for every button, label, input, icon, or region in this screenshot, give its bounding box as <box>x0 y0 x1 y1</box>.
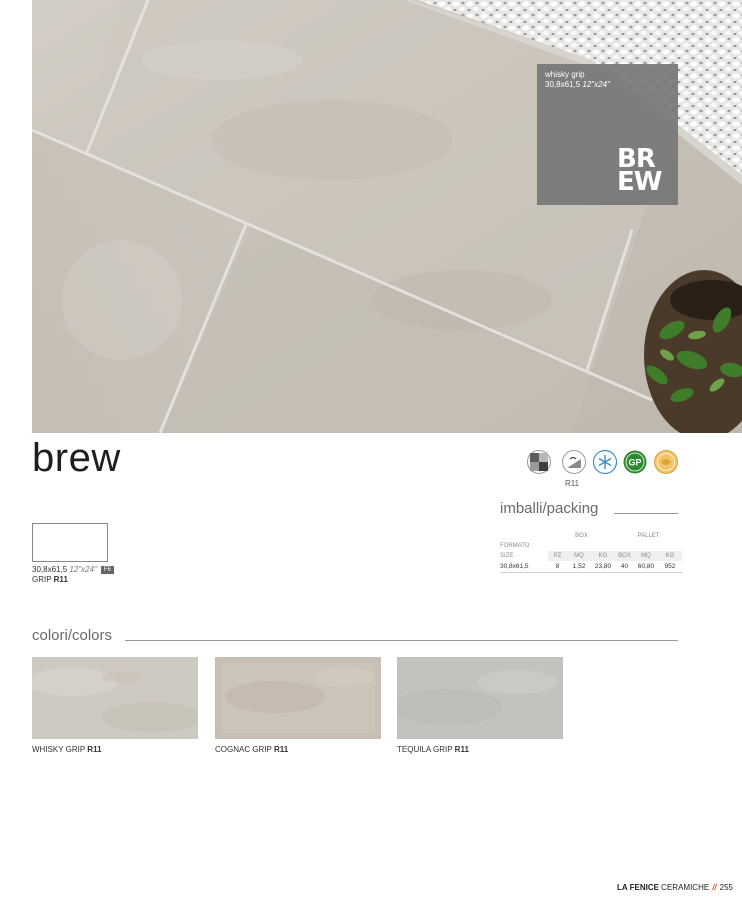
group-box-label: BOX <box>575 533 588 539</box>
packing-divider <box>614 513 678 514</box>
gp-text: GP <box>628 458 641 468</box>
swatch-cognac <box>215 657 381 739</box>
col-pallet-kg: KG <box>658 551 682 561</box>
badge-size: 30,8x61,5 12"x24" <box>545 80 610 89</box>
slip-rating-label: R11 <box>565 479 580 488</box>
footer-separator: // <box>712 883 717 892</box>
cell-pallet-kg: 952 <box>658 561 682 573</box>
cell-kg: 23,80 <box>591 561 615 573</box>
frost-resistant-icon <box>593 450 617 474</box>
col-formato: FORMATO <box>500 543 530 549</box>
table-row: 30,8x61,5 8 1,52 23,80 40 60,80 952 <box>500 561 682 573</box>
format-tag: F6 <box>100 566 114 574</box>
hero-image: whisky grip 30,8x61,5 12"x24" BR EW <box>32 0 742 433</box>
col-pallet-mq: MQ <box>634 551 658 561</box>
mosaic-icon <box>527 450 551 474</box>
colors-title: colori/colors <box>32 627 113 644</box>
swatch-label: COGNAC GRIP R11 <box>215 745 289 754</box>
format-size: 30,8x61,5 12"x24" F6 <box>32 565 114 574</box>
cell-pallet-mq: 60,80 <box>634 561 658 573</box>
colors-divider <box>125 640 678 641</box>
eco-certified-icon <box>654 450 678 474</box>
feature-icons: GP R11 <box>527 450 682 490</box>
swatch-whisky <box>32 657 198 739</box>
product-badge: whisky grip 30,8x61,5 12"x24" BR EW <box>537 64 678 205</box>
cell-pz: 8 <box>548 561 567 573</box>
page-number: 255 <box>719 883 733 892</box>
cell-mq: 1,52 <box>567 561 591 573</box>
slip-resistance-icon <box>562 450 586 474</box>
packing-title: imballi/packing <box>500 500 599 517</box>
col-pz: PZ <box>548 551 567 561</box>
format-outline <box>32 523 108 562</box>
col-box: BOX <box>615 551 634 561</box>
col-kg: KG <box>591 551 615 561</box>
gp-green-icon: GP <box>623 450 647 474</box>
table-row: SIZE PZ MQ KG BOX MQ KG <box>500 551 682 561</box>
format-grip: GRIP R11 <box>32 575 68 584</box>
table-row: BOX PALLET <box>500 531 682 541</box>
cell-size: 30,8x61,5 <box>500 561 548 573</box>
swatch-tequila <box>397 657 563 739</box>
col-mq: MQ <box>567 551 591 561</box>
product-title: brew <box>32 436 121 480</box>
col-size: SIZE <box>500 553 514 559</box>
group-pallet-label: PALLET <box>637 533 660 539</box>
packing-table: BOX PALLET FORMATO SIZE PZ MQ KG BOX MQ … <box>500 531 682 573</box>
table-row: FORMATO <box>500 541 682 551</box>
cell-box: 40 <box>615 561 634 573</box>
swatch-label: TEQUILA GRIP R11 <box>397 745 469 754</box>
page-footer: LA FENICE CERAMICHE//255 <box>617 883 733 892</box>
footer-brand: LA FENICE <box>617 883 659 892</box>
badge-color-name: whisky grip <box>545 70 585 79</box>
brew-logo: BR EW <box>617 144 662 197</box>
footer-brand-sub: CERAMICHE <box>661 883 710 892</box>
swatch-label: WHISKY GRIP R11 <box>32 745 102 754</box>
